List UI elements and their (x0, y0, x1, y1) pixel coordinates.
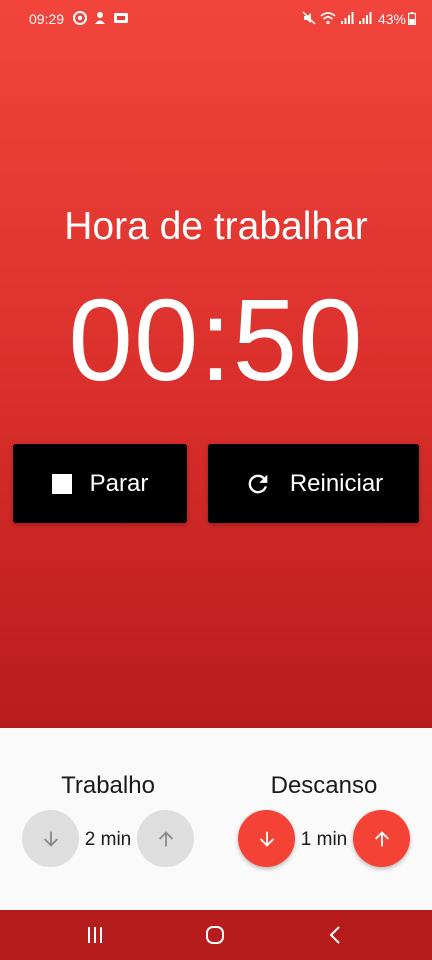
battery-icon (408, 12, 416, 25)
rest-duration-value: 1 min (300, 829, 348, 850)
back-icon[interactable] (324, 924, 348, 946)
chrome-icon (73, 11, 87, 25)
stop-button-label: Parar (89, 469, 149, 497)
stop-button[interactable]: Parar (13, 444, 187, 523)
notification-icon (93, 11, 107, 25)
status-right-icons (302, 11, 372, 25)
reset-button[interactable]: Reiniciar (208, 444, 419, 523)
rest-decrease-button[interactable] (238, 810, 295, 867)
recents-icon[interactable] (83, 924, 107, 946)
settings-panel: Trabalho Descanso 2 min 1 min (0, 728, 432, 910)
stop-icon (51, 473, 72, 494)
signal-icon (341, 12, 354, 24)
wifi-icon (320, 12, 336, 25)
arrow-down-icon (259, 831, 274, 847)
status-time: 09:29 (29, 11, 65, 27)
refresh-icon (248, 474, 268, 493)
work-increase-button[interactable] (137, 810, 194, 867)
home-icon[interactable] (203, 924, 227, 946)
reset-button-label: Reiniciar (289, 469, 384, 497)
arrow-up-icon (158, 830, 173, 846)
arrow-down-icon (43, 831, 58, 847)
cast-icon (113, 11, 128, 25)
work-label: Trabalho (61, 772, 155, 799)
rest-increase-button[interactable] (353, 810, 410, 867)
battery-percent: 43% (377, 11, 406, 27)
mute-icon (302, 11, 316, 25)
navigation-bar (0, 910, 432, 960)
status-left-icons (73, 11, 128, 25)
rest-label: Descanso (270, 772, 378, 799)
arrow-up-icon (374, 830, 389, 846)
signal-icon (359, 12, 372, 24)
work-duration-value: 2 min (84, 829, 132, 850)
status-bar: 09:29 43% (0, 0, 432, 38)
timer-display: 00:50 (68, 275, 364, 405)
mode-title: Hora de trabalhar (64, 205, 368, 248)
work-decrease-button[interactable] (22, 810, 79, 867)
